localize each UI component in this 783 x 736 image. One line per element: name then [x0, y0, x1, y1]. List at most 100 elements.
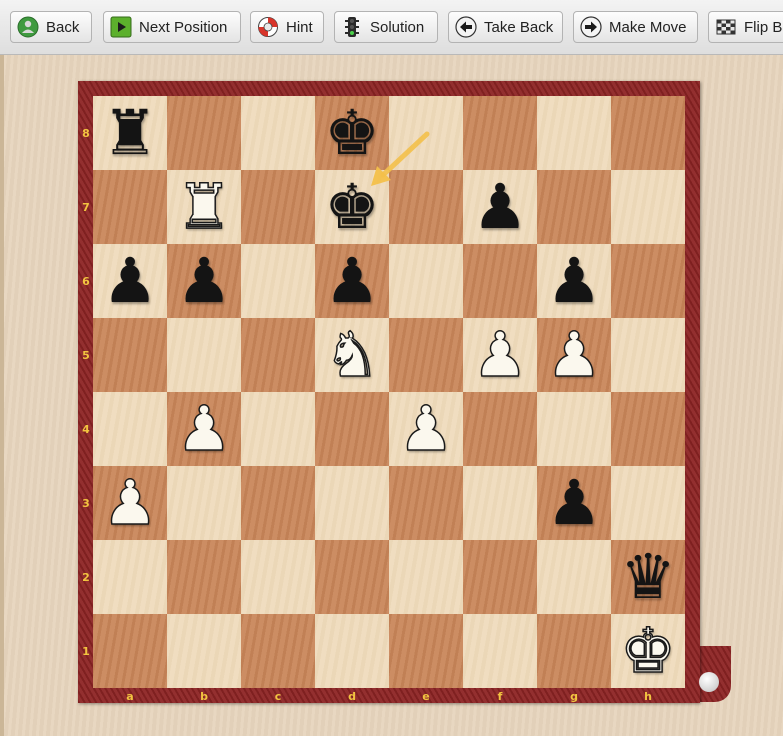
- black-king-d7[interactable]: ♚: [315, 170, 389, 244]
- square-c3[interactable]: [241, 466, 315, 540]
- square-h6[interactable]: [611, 244, 685, 318]
- square-a5[interactable]: [93, 318, 167, 392]
- black-pawn-a6[interactable]: ♟: [93, 244, 167, 318]
- square-c5[interactable]: [241, 318, 315, 392]
- square-g1[interactable]: [537, 614, 611, 688]
- white-rook-b7[interactable]: ♜: [167, 170, 241, 244]
- back-button-label: Back: [46, 18, 80, 36]
- square-f8[interactable]: [463, 96, 537, 170]
- square-f3[interactable]: [463, 466, 537, 540]
- right-arrow-icon: [580, 16, 602, 38]
- rank-label-4: 4: [82, 423, 90, 436]
- file-label-g: g: [570, 690, 578, 703]
- square-d1[interactable]: [315, 614, 389, 688]
- square-h7[interactable]: [611, 170, 685, 244]
- square-d3[interactable]: [315, 466, 389, 540]
- white-pawn-g5[interactable]: ♟: [537, 318, 611, 392]
- square-b2[interactable]: [167, 540, 241, 614]
- black-pawn-g6[interactable]: ♟: [537, 244, 611, 318]
- square-g7[interactable]: [537, 170, 611, 244]
- square-b3[interactable]: [167, 466, 241, 540]
- rank-label-5: 5: [82, 349, 90, 362]
- square-e1[interactable]: [389, 614, 463, 688]
- rank-label-2: 2: [82, 571, 90, 584]
- black-pawn-f7[interactable]: ♟: [463, 170, 537, 244]
- play-icon: [110, 16, 132, 38]
- file-label-h: h: [644, 690, 652, 703]
- black-queen-h2[interactable]: ♛: [611, 540, 685, 614]
- square-e6[interactable]: [389, 244, 463, 318]
- white-pawn-b4[interactable]: ♟: [167, 392, 241, 466]
- square-c7[interactable]: [241, 170, 315, 244]
- square-d2[interactable]: [315, 540, 389, 614]
- square-a7[interactable]: [93, 170, 167, 244]
- square-c1[interactable]: [241, 614, 315, 688]
- square-f2[interactable]: [463, 540, 537, 614]
- hint-button[interactable]: Hint: [250, 11, 324, 43]
- square-e7[interactable]: [389, 170, 463, 244]
- file-label-e: e: [422, 690, 430, 703]
- traffic-light-icon: [345, 17, 359, 37]
- square-f1[interactable]: [463, 614, 537, 688]
- white-king-h1[interactable]: ♚: [611, 614, 685, 688]
- square-g4[interactable]: [537, 392, 611, 466]
- take-back-button-label: Take Back: [484, 18, 554, 36]
- square-e3[interactable]: [389, 466, 463, 540]
- square-h3[interactable]: [611, 466, 685, 540]
- square-h5[interactable]: [611, 318, 685, 392]
- make-move-button[interactable]: Make Move: [573, 11, 698, 43]
- rank-label-7: 7: [82, 201, 90, 214]
- square-c8[interactable]: [241, 96, 315, 170]
- square-g8[interactable]: [537, 96, 611, 170]
- square-h8[interactable]: [611, 96, 685, 170]
- next-position-button[interactable]: Next Position: [103, 11, 241, 43]
- square-a4[interactable]: [93, 392, 167, 466]
- back-button[interactable]: Back: [10, 11, 92, 43]
- white-knight-d5[interactable]: ♞: [315, 318, 389, 392]
- file-label-f: f: [497, 690, 503, 703]
- rank-label-6: 6: [82, 275, 90, 288]
- make-move-button-label: Make Move: [609, 18, 687, 36]
- black-pawn-b6[interactable]: ♟: [167, 244, 241, 318]
- solution-button[interactable]: Solution: [334, 11, 438, 43]
- square-b8[interactable]: [167, 96, 241, 170]
- square-c2[interactable]: [241, 540, 315, 614]
- square-e8[interactable]: [389, 96, 463, 170]
- left-arrow-icon: [455, 16, 477, 38]
- file-label-c: c: [274, 690, 282, 703]
- square-f4[interactable]: [463, 392, 537, 466]
- toolbar: Back Next Position Hint Solution Take Ba…: [0, 0, 783, 55]
- take-back-button[interactable]: Take Back: [448, 11, 563, 43]
- black-pawn-g3[interactable]: ♟: [537, 466, 611, 540]
- square-b1[interactable]: [167, 614, 241, 688]
- white-pawn-e4[interactable]: ♟: [389, 392, 463, 466]
- flip-board-button[interactable]: Flip Bo: [708, 11, 783, 43]
- flip-board-button-label: Flip Bo: [744, 18, 783, 36]
- file-label-b: b: [200, 690, 208, 703]
- rank-label-8: 8: [82, 127, 90, 140]
- lifebuoy-icon: [258, 17, 278, 37]
- square-d4[interactable]: [315, 392, 389, 466]
- side-to-move-indicator: [699, 672, 719, 692]
- square-a2[interactable]: [93, 540, 167, 614]
- chess-board[interactable]: ♜ ♚ ♜ ♚ ♟ ♟ ♟ ♟ ♟ ♞ ♟ ♟ ♟ ♟ ♟ ♟ ♛ ♚: [93, 96, 685, 688]
- square-c6[interactable]: [241, 244, 315, 318]
- black-rook-a8[interactable]: ♜: [93, 96, 167, 170]
- square-e5[interactable]: [389, 318, 463, 392]
- square-h4[interactable]: [611, 392, 685, 466]
- square-e2[interactable]: [389, 540, 463, 614]
- hint-button-label: Hint: [286, 18, 313, 36]
- square-f6[interactable]: [463, 244, 537, 318]
- black-pawn-d6[interactable]: ♟: [315, 244, 389, 318]
- solution-button-label: Solution: [370, 18, 425, 36]
- black-king-d8[interactable]: ♚: [315, 96, 389, 170]
- white-pawn-a3[interactable]: ♟: [93, 466, 167, 540]
- square-b5[interactable]: [167, 318, 241, 392]
- square-g2[interactable]: [537, 540, 611, 614]
- rank-label-3: 3: [82, 497, 90, 510]
- file-label-a: a: [126, 690, 134, 703]
- white-pawn-f5[interactable]: ♟: [463, 318, 537, 392]
- square-a1[interactable]: [93, 614, 167, 688]
- square-c4[interactable]: [241, 392, 315, 466]
- rank-label-1: 1: [82, 645, 90, 658]
